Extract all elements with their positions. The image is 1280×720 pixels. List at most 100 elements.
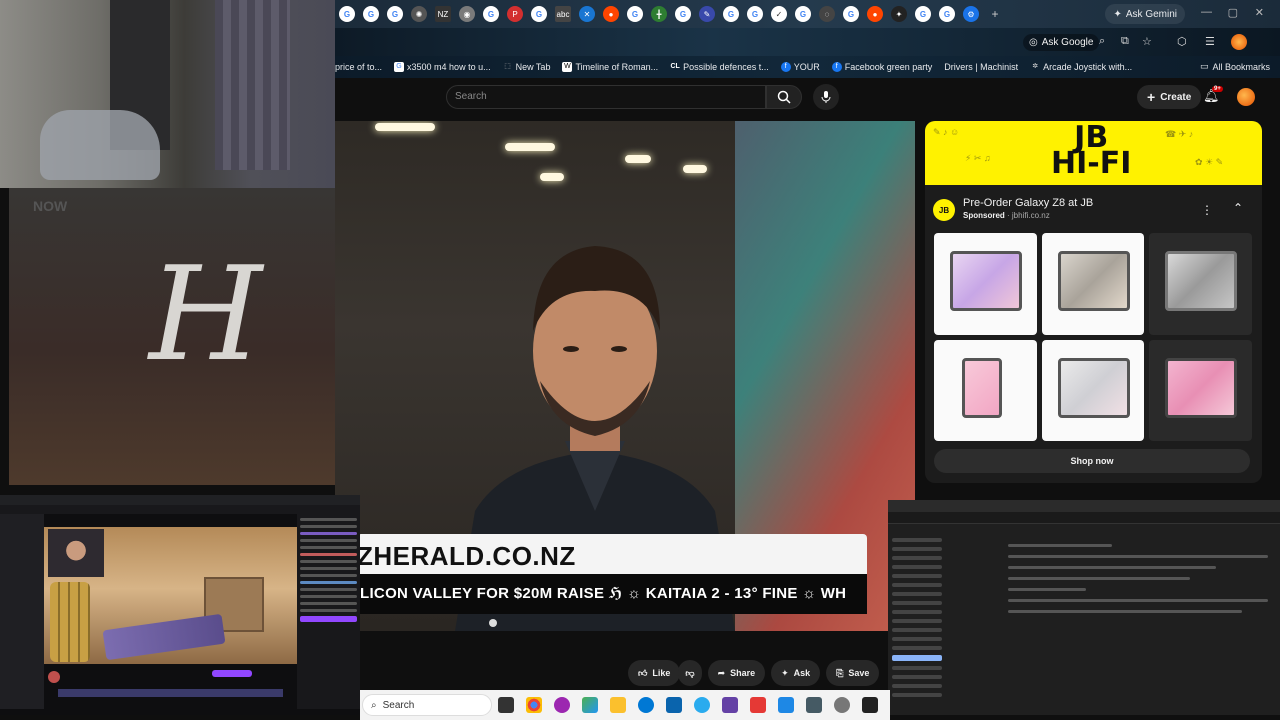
ask-google-button[interactable]: ◎ Ask Google — [1023, 34, 1100, 51]
tab-google-icon[interactable]: G — [795, 6, 811, 22]
app-icon[interactable] — [778, 697, 794, 713]
close-icon[interactable]: ✕ — [1255, 6, 1264, 19]
tab-google-icon[interactable]: G — [723, 6, 739, 22]
scrubber-handle[interactable] — [489, 619, 497, 627]
profile-avatar[interactable] — [1231, 34, 1247, 50]
tab-app-icon[interactable]: ✕ — [579, 6, 595, 22]
follow-button[interactable] — [212, 670, 252, 677]
tab-google-icon[interactable]: G — [843, 6, 859, 22]
product-image[interactable] — [934, 339, 1037, 441]
bookmark-item[interactable]: f YOUR — [780, 62, 820, 72]
bookmark-item[interactable]: CL Possible defences t... — [670, 62, 768, 72]
tab-google-icon[interactable]: G — [627, 6, 643, 22]
sponsored-ad-card[interactable]: ✎ ♪ ☺ ⚡ ✂ ♫ ☎ ✈ ♪ ✿ ☀ ✎ JB HI-FI JB Pre-… — [925, 121, 1262, 483]
tab-nz-icon[interactable]: NZ — [435, 6, 451, 22]
bookmark-item[interactable]: W Timeline of Roman... — [562, 62, 658, 72]
tab-app-icon[interactable]: ╋ — [651, 6, 667, 22]
tab-chrome-icon[interactable]: ◉ — [459, 6, 475, 22]
product-image[interactable] — [1149, 233, 1252, 335]
bookmark-item[interactable]: Drivers | Machinist — [944, 62, 1018, 72]
all-bookmarks-button[interactable]: ▭ All Bookmarks — [1200, 61, 1270, 72]
app-icon[interactable] — [554, 697, 570, 713]
ask-button[interactable]: ✦ Ask — [771, 660, 821, 686]
search-input[interactable]: Search — [446, 85, 766, 109]
settings-window-overlay[interactable] — [888, 500, 1280, 715]
bookmark-item[interactable]: Gx3500 m4 how to u... — [394, 62, 491, 72]
tab-google-icon[interactable]: G — [747, 6, 763, 22]
chevron-up-icon[interactable]: ⌃ — [1233, 201, 1243, 215]
maximize-icon[interactable]: ▢ — [1228, 6, 1238, 19]
tab-google-icon[interactable]: G — [339, 6, 355, 22]
edge-icon[interactable] — [638, 697, 654, 713]
twitch-stream-overlay[interactable] — [0, 495, 360, 715]
tab-abc-icon[interactable]: abc — [555, 6, 571, 22]
tab-google-icon[interactable]: G — [387, 6, 403, 22]
more-options-icon[interactable]: ⋮ — [1201, 203, 1213, 217]
tab-app-icon[interactable]: ✦ — [891, 6, 907, 22]
create-button[interactable]: + Create — [1137, 85, 1202, 109]
tab-check-icon[interactable]: ✓ — [771, 6, 787, 22]
webcam-curtain — [215, 0, 290, 170]
ad-title[interactable]: Pre-Order Galaxy Z8 at JB — [963, 197, 1093, 209]
save-button[interactable]: ⎘ Save — [826, 660, 880, 686]
minimize-icon[interactable]: — — [1201, 6, 1212, 18]
steam-icon[interactable] — [806, 697, 822, 713]
product-image[interactable] — [1149, 339, 1252, 441]
taskbar-search[interactable]: ⌕ Search — [362, 694, 492, 716]
tab-reddit-icon[interactable]: ● — [603, 6, 619, 22]
app-icon[interactable] — [862, 697, 878, 713]
tab-google-icon[interactable]: G — [915, 6, 931, 22]
task-view-icon[interactable] — [498, 697, 514, 713]
app-icon[interactable] — [750, 697, 766, 713]
like-button[interactable]: 👍︎ Like — [628, 660, 681, 686]
tab-pen-icon[interactable]: ✎ — [699, 6, 715, 22]
dislike-button[interactable]: 👎︎ — [678, 660, 702, 686]
product-image[interactable] — [934, 233, 1037, 335]
zoom-icon[interactable]: ⌕ — [1099, 35, 1105, 48]
reading-list-icon[interactable]: ☰ — [1205, 35, 1215, 48]
app-icon[interactable] — [582, 697, 598, 713]
ask-label: Ask — [793, 668, 811, 678]
video-player[interactable]: ZHERALD.CO.NZ LICON VALLEY FOR $20M RAIS… — [335, 121, 915, 631]
tab-reddit-icon[interactable]: ● — [867, 6, 883, 22]
advertiser-avatar[interactable]: JB — [933, 199, 955, 221]
voice-search-button[interactable] — [813, 84, 839, 110]
tab-google-icon[interactable]: G — [531, 6, 547, 22]
file-explorer-icon[interactable] — [610, 697, 626, 713]
extensions-icon[interactable]: ⬡ — [1177, 35, 1187, 48]
bookmark-item[interactable]: f Facebook green party — [831, 62, 932, 72]
product-grid — [934, 233, 1252, 441]
youtube-avatar[interactable] — [1237, 88, 1255, 106]
tab-app-icon[interactable]: ✺ — [411, 6, 427, 22]
tab-pinterest-icon[interactable]: P — [507, 6, 523, 22]
product-image[interactable] — [1041, 233, 1145, 335]
tab-google-icon[interactable]: G — [363, 6, 379, 22]
app-icon[interactable] — [722, 697, 738, 713]
settings-tab-strip — [888, 500, 1280, 512]
chrome-icon[interactable] — [526, 697, 542, 713]
streamer-avatar[interactable] — [48, 671, 60, 683]
bookmark-item[interactable]: ⬚ New Tab — [503, 62, 550, 72]
tab-google-icon[interactable]: G — [939, 6, 955, 22]
tab-settings-icon[interactable]: ⚙ — [963, 6, 979, 22]
screen: G G G ✺ NZ ◉ G P G abc ✕ ● G ╋ G ✎ G G ✓… — [0, 0, 1280, 720]
bookmark-star-icon[interactable]: ☆ — [1142, 35, 1152, 48]
product-image[interactable] — [1041, 339, 1145, 441]
install-app-icon[interactable]: ⧉ — [1121, 35, 1129, 48]
ad-banner[interactable]: ✎ ♪ ☺ ⚡ ✂ ♫ ☎ ✈ ♪ ✿ ☀ ✎ JB HI-FI — [925, 121, 1262, 185]
new-tab-icon[interactable]: + — [987, 6, 1003, 22]
outlook-icon[interactable] — [666, 697, 682, 713]
share-button[interactable]: ➦ Share — [707, 660, 766, 686]
folder-icon: ▭ — [1199, 61, 1209, 71]
shop-now-button[interactable]: Shop now — [934, 449, 1250, 473]
twitch-game-view[interactable] — [44, 527, 297, 664]
search-button[interactable] — [766, 85, 802, 109]
settings-icon[interactable] — [834, 697, 850, 713]
tab-app-icon[interactable]: ◌ — [819, 6, 835, 22]
ask-gemini-button[interactable]: ✦ Ask Gemini — [1105, 4, 1185, 24]
tab-google-icon[interactable]: G — [675, 6, 691, 22]
tab-google-icon[interactable]: G — [483, 6, 499, 22]
telegram-icon[interactable] — [694, 697, 710, 713]
bookmark-item[interactable]: ✲ Arcade Joystick with... — [1030, 62, 1132, 72]
bookmark-item[interactable]: price of to... — [335, 62, 382, 72]
